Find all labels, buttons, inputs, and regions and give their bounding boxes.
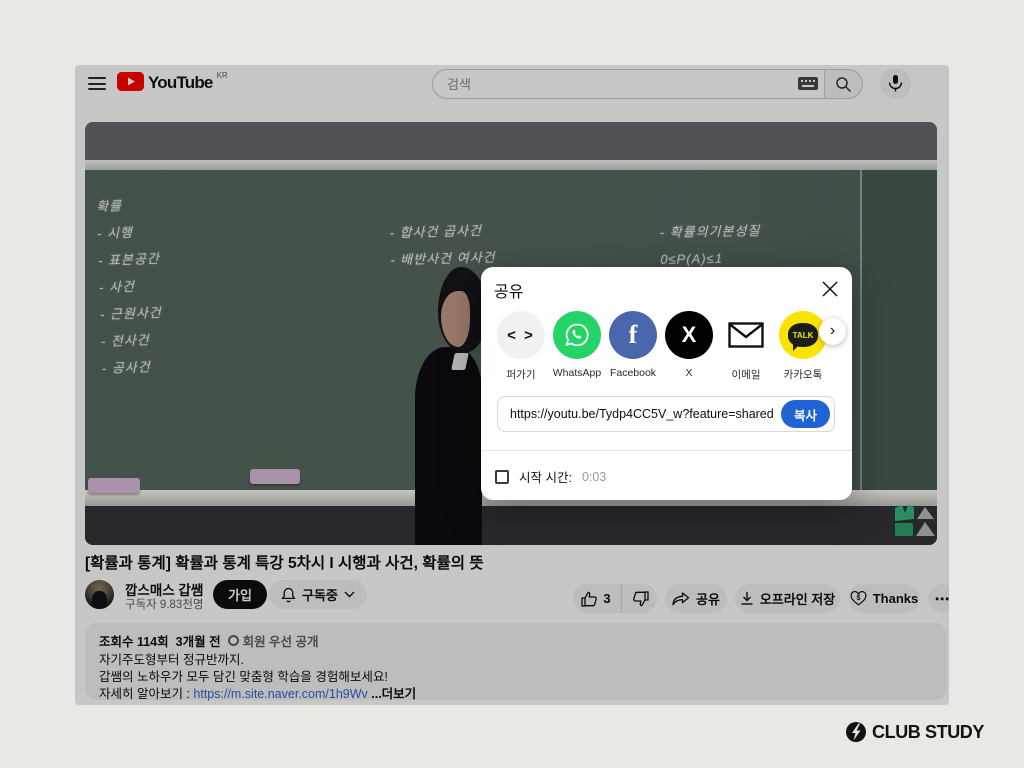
- share-url-box: 복사: [497, 396, 835, 432]
- chevron-right-icon: ›: [829, 321, 836, 339]
- share-dialog-title: 공유: [494, 284, 524, 301]
- club-study-brand: CLUB STUDY: [845, 721, 984, 743]
- share-targets-row: < > 퍼가기 WhatsApp f Facebook X X 이메일 TALK…: [481, 311, 852, 389]
- club-study-icon: [846, 722, 866, 742]
- share-target-x[interactable]: X X: [661, 311, 717, 379]
- embed-icon: < >: [507, 326, 535, 344]
- kakaotalk-icon: TALK: [788, 323, 818, 351]
- facebook-icon: f: [628, 320, 638, 349]
- start-time-row: 시작 시간: 0:03: [495, 467, 606, 486]
- share-url-input[interactable]: [498, 397, 786, 431]
- email-icon: [728, 322, 764, 348]
- share-target-embed[interactable]: < > 퍼가기: [493, 311, 549, 382]
- share-target-whatsapp[interactable]: WhatsApp: [549, 311, 605, 379]
- close-icon[interactable]: [821, 280, 839, 298]
- dialog-divider: [481, 450, 852, 451]
- x-icon: X: [681, 322, 697, 347]
- share-target-email[interactable]: 이메일: [718, 311, 774, 382]
- start-time-label: 시작 시간:: [519, 471, 572, 485]
- club-study-wordmark: CLUB STUDY: [872, 721, 984, 742]
- start-time-value: 0:03: [581, 469, 607, 484]
- scroll-targets-next-button[interactable]: ›: [819, 318, 846, 345]
- share-target-facebook[interactable]: f Facebook: [605, 311, 661, 379]
- whatsapp-icon: [565, 323, 589, 347]
- copy-button[interactable]: 복사: [780, 400, 830, 428]
- screenshot-stage: YouTube KR 검색 확률 - 시행 - 표본공간 - 사건 - 근원사건…: [0, 0, 1024, 768]
- share-dialog: 공유 < > 퍼가기 WhatsApp f Facebook X X 이메일 T…: [481, 267, 852, 500]
- start-time-checkbox[interactable]: [495, 469, 509, 484]
